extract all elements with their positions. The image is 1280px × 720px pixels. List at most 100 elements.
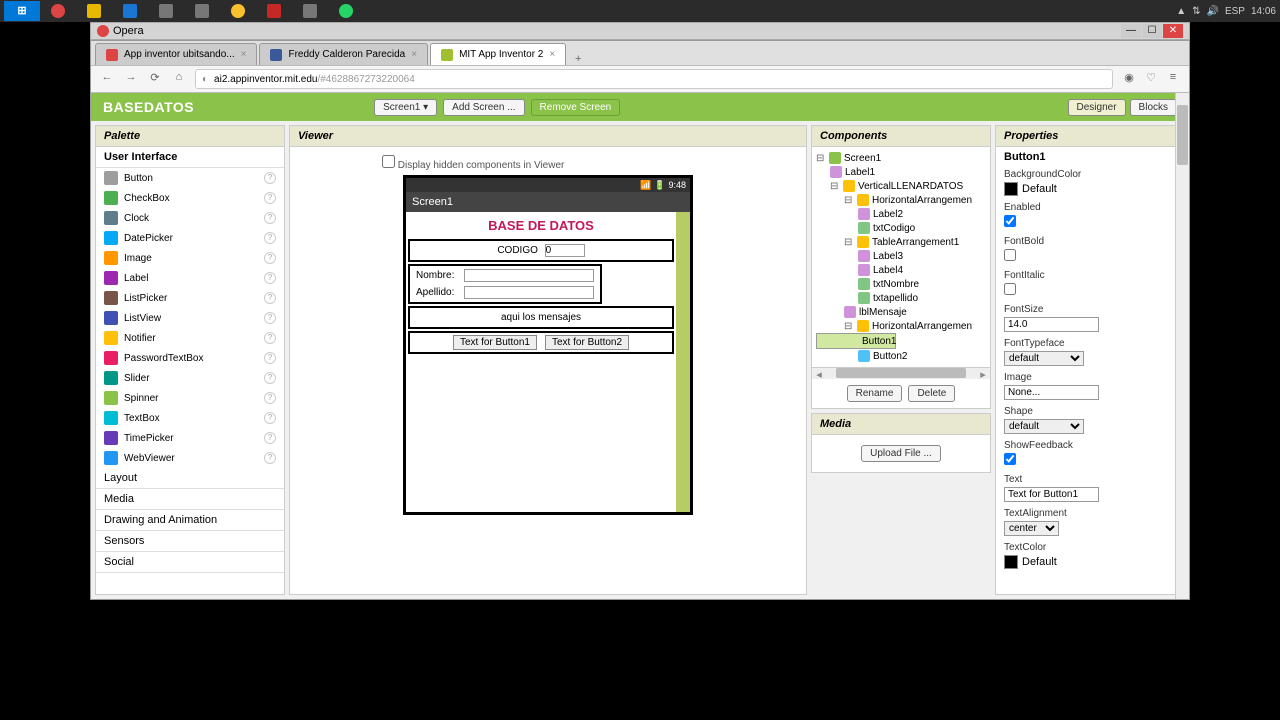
palette-cat-sensors[interactable]: Sensors [96,531,284,552]
tab-close-icon[interactable]: × [549,49,555,60]
help-icon[interactable]: ? [264,292,276,304]
help-icon[interactable]: ? [264,172,276,184]
help-icon[interactable]: ? [264,352,276,364]
palette-item-spinner[interactable]: Spinner? [96,388,284,408]
tree-label4[interactable]: Label4 [816,263,986,277]
prop-text-input[interactable] [1004,487,1099,502]
palette-cat-media[interactable]: Media [96,489,284,510]
task-app3[interactable] [184,1,220,21]
palette-item-listview[interactable]: ListView? [96,308,284,328]
tree-txtcodigo[interactable]: txtCodigo [816,221,986,235]
prop-feedback-checkbox[interactable] [1004,453,1016,465]
tree-button1[interactable]: Button1 [816,333,896,349]
task-wa[interactable] [328,1,364,21]
tree-table1[interactable]: ⊟TableArrangement1 [816,235,986,249]
message-label[interactable]: aqui los mensajes [408,306,674,329]
tab-close-icon[interactable]: × [411,49,417,60]
hidden-components-checkbox[interactable] [382,155,395,168]
preview-button2[interactable]: Text for Button2 [545,335,629,350]
remove-screen-button[interactable]: Remove Screen [531,99,621,116]
tab-close-icon[interactable]: × [241,49,247,60]
tree-vertical[interactable]: ⊟VerticalLLENARDATOS [816,179,986,193]
tree-button2[interactable]: Button2 [816,349,986,363]
palette-item-clock[interactable]: Clock? [96,208,284,228]
prop-bgcolor-value[interactable]: Default [1022,183,1057,195]
tree-label1[interactable]: Label1 [816,165,986,179]
url-field[interactable]: ◐ ai2.appinventor.mit.edu /#462886727322… [195,69,1113,89]
tree-label2[interactable]: Label2 [816,207,986,221]
palette-item-datepicker[interactable]: DatePicker? [96,228,284,248]
palette-item-timepicker[interactable]: TimePicker? [96,428,284,448]
app-title-label[interactable]: BASE DE DATOS [408,214,674,237]
palette-item-checkbox[interactable]: CheckBox? [96,188,284,208]
tray-vol-icon[interactable]: 🔊 [1207,6,1219,17]
home-button[interactable]: ⌂ [171,71,187,87]
prop-fonttype-select[interactable]: default [1004,351,1084,366]
tray-lang[interactable]: ESP [1225,6,1245,17]
tree-label3[interactable]: Label3 [816,249,986,263]
tab-1[interactable]: Freddy Calderon Parecida× [259,43,428,65]
tree-txtapellido[interactable]: txtapellido [816,291,986,305]
palette-cat-ui[interactable]: User Interface [96,147,284,168]
help-icon[interactable]: ? [264,452,276,464]
tab-0[interactable]: App inventor ubitsando...× [95,43,257,65]
palette-item-label[interactable]: Label? [96,268,284,288]
help-icon[interactable]: ? [264,212,276,224]
add-screen-button[interactable]: Add Screen ... [443,99,524,116]
screen-dropdown[interactable]: Screen1 ▾ [374,99,437,116]
prop-fontitalic-checkbox[interactable] [1004,283,1016,295]
palette-item-button[interactable]: Button? [96,168,284,188]
prop-fontbold-checkbox[interactable] [1004,249,1016,261]
help-icon[interactable]: ? [264,392,276,404]
minimize-button[interactable]: — [1121,24,1141,38]
preview-button1[interactable]: Text for Button1 [453,335,537,350]
apellido-input[interactable] [464,286,594,299]
tree-screen1[interactable]: ⊟Screen1 [816,151,986,165]
reload-button[interactable]: ⟳ [147,71,163,87]
rename-button[interactable]: Rename [847,385,903,402]
help-icon[interactable]: ? [264,332,276,344]
task-app4[interactable] [292,1,328,21]
prop-enabled-checkbox[interactable] [1004,215,1016,227]
help-icon[interactable]: ? [264,312,276,324]
back-button[interactable]: ← [99,71,115,87]
upload-file-button[interactable]: Upload File ... [861,445,941,462]
forward-button[interactable]: → [123,71,139,87]
tray-net-icon[interactable]: ⇅ [1192,6,1200,17]
palette-cat-social[interactable]: Social [96,552,284,573]
palette-item-listpicker[interactable]: ListPicker? [96,288,284,308]
tree-lblmsg[interactable]: lblMensaje [816,305,986,319]
turbo-icon[interactable]: ◉ [1121,71,1137,87]
color-swatch[interactable] [1004,555,1018,569]
palette-cat-layout[interactable]: Layout [96,468,284,489]
tree-ha2[interactable]: ⊟HorizontalArrangemen [816,319,986,333]
tree-h-scroll[interactable]: ◂▸ [812,367,990,379]
prop-textcolor-value[interactable]: Default [1022,556,1057,568]
task-app1[interactable] [112,1,148,21]
task-rec[interactable] [256,1,292,21]
task-opera[interactable] [40,1,76,21]
help-icon[interactable]: ? [264,232,276,244]
palette-item-slider[interactable]: Slider? [96,368,284,388]
help-icon[interactable]: ? [264,252,276,264]
delete-button[interactable]: Delete [908,385,955,402]
palette-cat-drawing[interactable]: Drawing and Animation [96,510,284,531]
prop-shape-select[interactable]: default [1004,419,1084,434]
start-button[interactable]: ⊞ [4,1,40,21]
button-row[interactable]: Text for Button1 Text for Button2 [408,331,674,354]
task-app2[interactable] [148,1,184,21]
page-scrollbar[interactable] [1175,93,1189,599]
help-icon[interactable]: ? [264,432,276,444]
tree-ha1[interactable]: ⊟HorizontalArrangemen [816,193,986,207]
tab-2[interactable]: MIT App Inventor 2× [430,43,566,65]
help-icon[interactable]: ? [264,192,276,204]
codigo-row[interactable]: CODIGO [408,239,674,262]
tree-txtnombre[interactable]: txtNombre [816,277,986,291]
palette-item-passwordtextbox[interactable]: PasswordTextBox? [96,348,284,368]
menu-icon[interactable]: ≡ [1165,71,1181,87]
bookmark-icon[interactable]: ♡ [1143,71,1159,87]
task-files[interactable] [76,1,112,21]
help-icon[interactable]: ? [264,412,276,424]
help-icon[interactable]: ? [264,372,276,384]
prop-image-input[interactable] [1004,385,1099,400]
